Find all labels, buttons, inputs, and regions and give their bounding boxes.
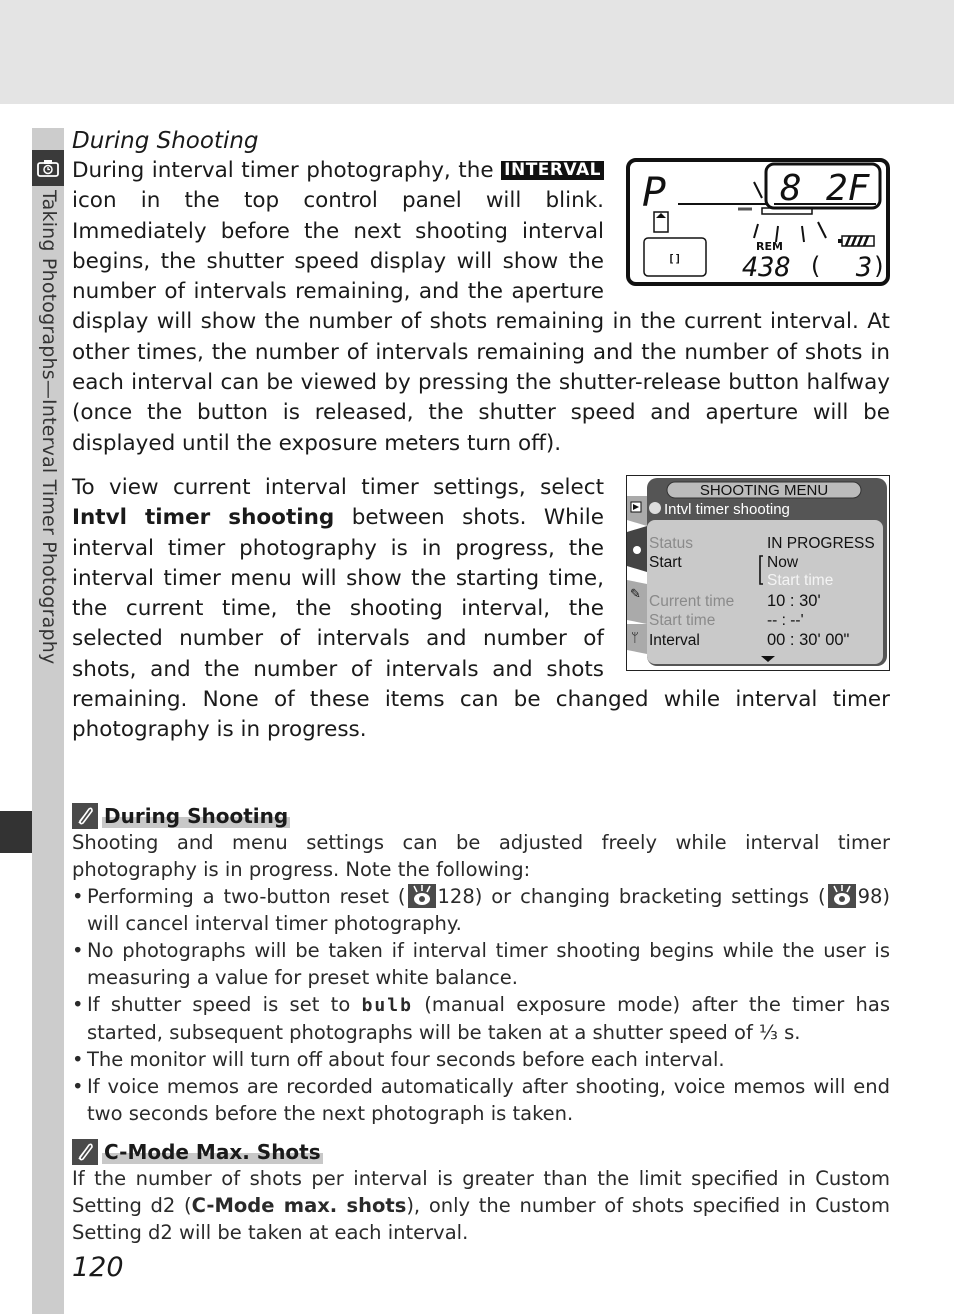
- note-title: C-Mode Max. Shots: [102, 1140, 323, 1164]
- list-item: If voice memos are recorded automaticall…: [72, 1073, 890, 1127]
- note-bullet-list: Performing a two-button reset (128) or c…: [72, 883, 890, 1127]
- list-item: No photographs will be taken if interval…: [72, 937, 890, 991]
- svg-text:[]: []: [668, 252, 681, 265]
- svg-text:(: (: [808, 252, 822, 280]
- page-reference[interactable]: 98: [858, 885, 883, 908]
- svg-text:✎: ✎: [630, 587, 641, 602]
- page-header-band: [0, 0, 954, 104]
- menu-row-label: Start: [649, 554, 682, 571]
- list-item: Performing a two-button reset (128) or c…: [72, 883, 890, 937]
- note-pencil-icon: [72, 803, 98, 829]
- chapter-title: Taking Photographs—Interval Timer Photog…: [36, 190, 60, 720]
- list-item: If shutter speed is set to bulb (manual …: [72, 991, 890, 1046]
- menu-row-label: Current time: [649, 593, 734, 610]
- menu-row-label: Start time: [649, 612, 715, 629]
- bulb-lcd-glyph: bulb: [361, 995, 413, 1016]
- chapter-tab-marker: [0, 811, 32, 853]
- menu-item-reference: Intvl timer shooting: [72, 505, 335, 531]
- interval-indicator-icon: INTERVAL: [501, 161, 604, 180]
- lcd-buffer: 3: [855, 252, 872, 282]
- menu-row-value: -- : --': [767, 612, 804, 629]
- custom-setting-reference: C-Mode max. shots: [191, 1194, 407, 1217]
- menu-subtitle: Intvl timer shooting: [664, 501, 790, 518]
- section-heading: During Shooting: [72, 128, 259, 154]
- menu-title: SHOOTING MENU: [700, 482, 828, 499]
- shooting-menu-screen-illustration: ✎ ᛘ SHOOTING MENU Intvl timer shooting S…: [626, 474, 890, 671]
- lcd-mode: P: [642, 170, 666, 216]
- lcd-aperture: 2F: [826, 168, 871, 209]
- note-c-mode-max-shots: C-Mode Max. Shots If the number of shots…: [72, 1139, 890, 1246]
- menu-row-label: Interval: [649, 632, 700, 649]
- menu-row-value: 10 : 30': [767, 592, 821, 610]
- note-intro: Shooting and menu settings can be adjust…: [72, 831, 890, 881]
- note-text: If the number of shots per interval is g…: [72, 1167, 890, 1244]
- page-reference-eye-icon: [827, 884, 856, 908]
- menu-row-value: Now: [767, 554, 799, 571]
- menu-row-value: 00 : 30' 00": [767, 631, 850, 649]
- lcd-frames-remaining: 438: [742, 252, 791, 282]
- top-control-panel-illustration: P 8 2F [] REM 438 ( 3 ): [626, 158, 890, 286]
- menu-row-value: Start time: [767, 572, 833, 589]
- chapter-title-text: Taking Photographs—Interval Timer Photog…: [38, 190, 60, 665]
- page-reference[interactable]: 128: [438, 885, 475, 908]
- svg-text:): ): [872, 252, 886, 280]
- svg-text:ᛘ: ᛘ: [631, 631, 639, 646]
- note-pencil-icon: [72, 1139, 98, 1165]
- note-title: During Shooting: [102, 804, 291, 828]
- menu-row-value: IN PROGRESS: [767, 535, 875, 552]
- main-content: During Shooting P 8 2F [] REM 438 ( 3 ): [72, 126, 890, 746]
- menu-row-label: Status: [649, 535, 693, 552]
- page-number: 120: [72, 1252, 124, 1283]
- camera-timer-icon: [32, 150, 64, 186]
- note-during-shooting: During Shooting Shooting and menu settin…: [72, 803, 890, 1127]
- list-item: The monitor will turn off about four sec…: [72, 1046, 890, 1073]
- page-reference-eye-icon: [407, 884, 436, 908]
- lcd-shutter: 8: [780, 168, 802, 209]
